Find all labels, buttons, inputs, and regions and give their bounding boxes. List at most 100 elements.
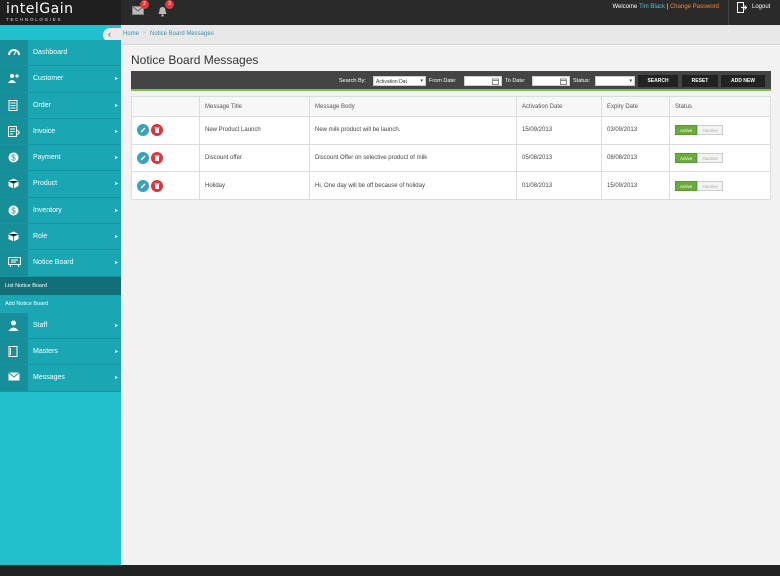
mail-icon[interactable]: 2	[132, 0, 149, 17]
sidebar-item-notice-board[interactable]: Notice Board ▸	[0, 250, 121, 277]
status-cell: Active Inactive	[669, 171, 771, 201]
active-option[interactable]: Active	[675, 153, 698, 164]
status-cell: Active Inactive	[669, 143, 771, 173]
inactive-option[interactable]: Inactive	[697, 125, 723, 136]
sidebar-item-dashboard[interactable]: Dashboard	[0, 40, 121, 67]
sidebar-item-staff[interactable]: Staff ▸	[0, 312, 121, 339]
delete-button[interactable]	[151, 124, 163, 137]
sidebar-item-product[interactable]: Product ▸	[0, 171, 121, 198]
breadcrumb-separator-icon: ›	[143, 30, 145, 36]
bell-icon[interactable]: 3	[157, 0, 174, 19]
sidebar-item-invoice[interactable]: Invoice ▸	[0, 118, 121, 146]
inactive-option[interactable]: Inactive	[697, 180, 723, 191]
chevron-right-icon: ▸	[114, 234, 118, 241]
top-bar: intelGain TECHNOLOGIES 2 3 Welcome Tim B…	[0, 0, 780, 25]
search-by-select[interactable]: Activation Dat ▾	[373, 76, 426, 86]
logout-icon	[737, 2, 748, 15]
change-password-link[interactable]: Change Password	[670, 4, 719, 10]
pencil-icon	[140, 155, 146, 161]
logout-button[interactable]: Logout	[728, 0, 780, 25]
inactive-option[interactable]: Inactive	[697, 153, 723, 164]
status-toggle[interactable]: Active Inactive	[675, 125, 723, 136]
activation-date: 15/09/2013	[516, 116, 602, 145]
message-body: Discount Offer on selective product of m…	[309, 143, 517, 173]
main-content: Notice Board Messages Search By: Activat…	[121, 46, 780, 565]
status-label: Status:	[573, 78, 591, 84]
order-icon	[8, 99, 18, 111]
pencil-icon	[140, 127, 146, 133]
search-by-label: Search By:	[339, 78, 366, 84]
caret-down-icon: ▾	[420, 78, 423, 84]
chevron-right-icon: ▸	[114, 102, 118, 109]
col-actions	[131, 96, 200, 117]
row-actions	[131, 143, 200, 173]
message-body: New milk product will be launch.	[309, 116, 517, 145]
active-option[interactable]: Active	[675, 180, 698, 191]
sidebar-item-role[interactable]: Role ▸	[0, 224, 121, 251]
delete-button[interactable]	[151, 152, 163, 165]
edit-button[interactable]	[137, 152, 149, 165]
table-row: Discount offer Discount Offer on selecti…	[131, 143, 771, 173]
search-button[interactable]: SEARCH	[638, 75, 678, 87]
col-status: Status	[669, 96, 771, 117]
col-activation-date: Activation Date	[516, 96, 602, 117]
breadcrumb-home-link[interactable]: Home	[123, 31, 139, 37]
expiry-date: 03/09/2013	[601, 116, 670, 145]
status-toggle[interactable]: Active Inactive	[675, 153, 723, 164]
dashboard-icon	[8, 49, 20, 56]
search-bar: Search By: Activation Dat ▾ From Date: To…	[131, 71, 771, 91]
chevron-right-icon: ▸	[114, 375, 118, 382]
col-message-title: Message Title	[199, 96, 310, 117]
invoice-icon	[8, 125, 20, 137]
svg-text:$: $	[11, 206, 16, 215]
product-icon	[8, 178, 19, 189]
trash-icon	[154, 127, 160, 134]
add-new-button[interactable]: ADD NEW	[721, 75, 765, 87]
page-title: Notice Board Messages	[131, 53, 259, 67]
sidebar-subitem-list-notice-board[interactable]: List Notice Board	[0, 276, 121, 295]
message-body: Hi, One day will be off because of holid…	[309, 171, 517, 201]
calendar-icon[interactable]	[560, 78, 567, 87]
staff-icon	[8, 320, 19, 331]
user-link[interactable]: Tim Black	[639, 4, 665, 10]
activation-date: 05/08/2013	[516, 143, 602, 173]
trash-icon	[154, 155, 160, 162]
sidebar-item-inventory[interactable]: $ Inventory ▸	[0, 197, 121, 225]
caret-down-icon: ▾	[629, 78, 632, 84]
status-toggle[interactable]: Active Inactive	[675, 180, 723, 191]
to-date-input[interactable]	[532, 76, 570, 86]
col-expiry-date: Expiry Date	[601, 96, 670, 117]
chevron-right-icon: ▸	[114, 348, 118, 355]
edit-button[interactable]	[137, 179, 149, 192]
breadcrumb-current: Notice Board Messages	[150, 31, 214, 37]
sidebar-item-customer[interactable]: Customer ▸	[0, 66, 121, 93]
chevron-left-icon: ‹	[108, 29, 111, 39]
sidebar-item-payment[interactable]: $ Payment ▸	[0, 145, 121, 172]
col-message-body: Message Body	[309, 96, 517, 117]
from-date-input[interactable]	[464, 76, 502, 86]
reset-button[interactable]: RESET	[682, 75, 718, 87]
row-actions	[131, 116, 200, 145]
calendar-icon[interactable]	[492, 78, 499, 87]
footer	[0, 565, 780, 576]
sidebar-item-order[interactable]: Order ▸	[0, 92, 121, 119]
status-select[interactable]: ▾	[595, 76, 635, 86]
sidebar-subitem-add-notice-board[interactable]: Add Notice Board	[0, 294, 121, 313]
message-title: New Product Launch	[199, 116, 310, 145]
sidebar-item-masters[interactable]: Masters ▸	[0, 338, 121, 366]
activation-date: 01/08/2013	[516, 171, 602, 201]
delete-button[interactable]	[151, 179, 163, 192]
chevron-right-icon: ▸	[114, 207, 118, 214]
row-actions	[131, 171, 200, 201]
sidebar-item-messages[interactable]: Messages ▸	[0, 365, 121, 392]
message-title: Discount offer	[199, 143, 310, 173]
sidebar-menu: Dashboard Customer ▸ Order ▸ Invoice ▸ $ Pa…	[0, 40, 121, 392]
active-option[interactable]: Active	[675, 125, 698, 136]
message-title: Holiday	[199, 171, 310, 201]
edit-button[interactable]	[137, 124, 149, 137]
notice-table: Message Title Message Body Activation Da…	[131, 96, 771, 201]
mail-badge: 2	[140, 0, 149, 9]
pencil-icon	[140, 183, 146, 189]
role-icon	[8, 231, 19, 242]
chevron-right-icon: ▸	[114, 260, 118, 267]
